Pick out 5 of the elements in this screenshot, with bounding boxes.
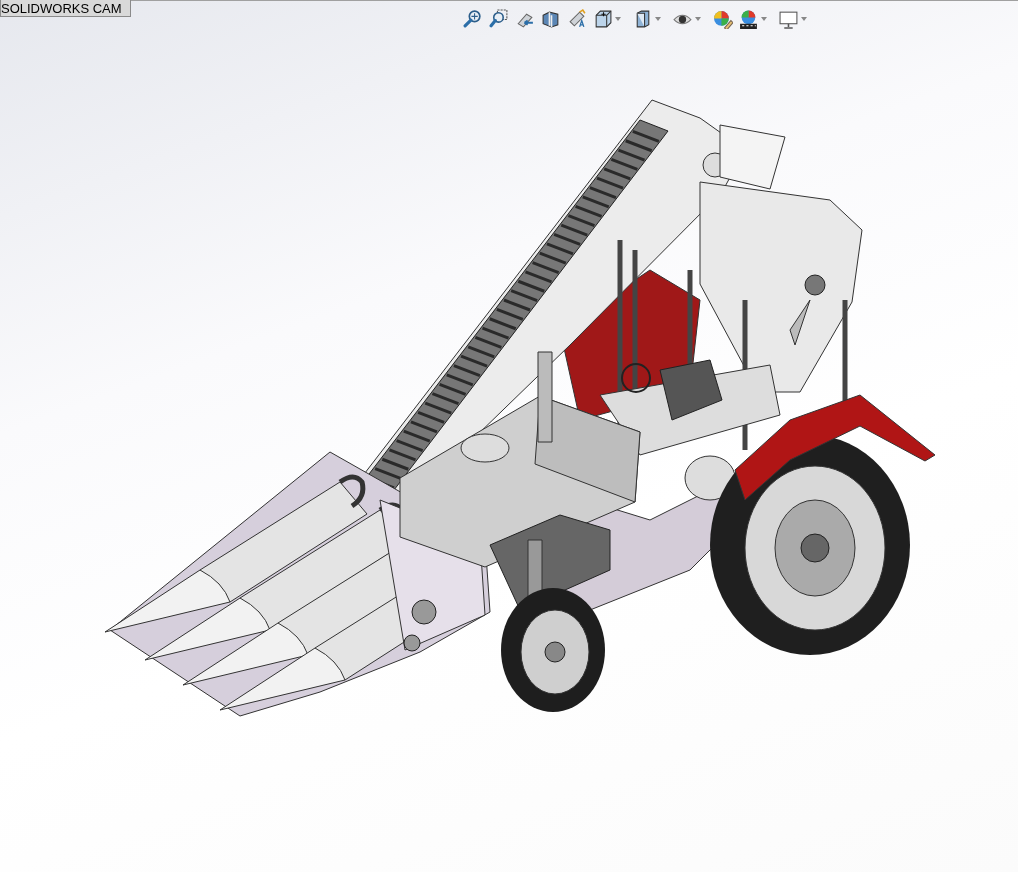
magnifier-icon (488, 8, 509, 29)
color-ball-scene-icon (738, 8, 759, 29)
magnifier-icon (462, 8, 483, 29)
color-ball-pencil-icon (712, 8, 733, 29)
command-tab[interactable]: SOLIDWORKS CAM (0, 0, 131, 17)
